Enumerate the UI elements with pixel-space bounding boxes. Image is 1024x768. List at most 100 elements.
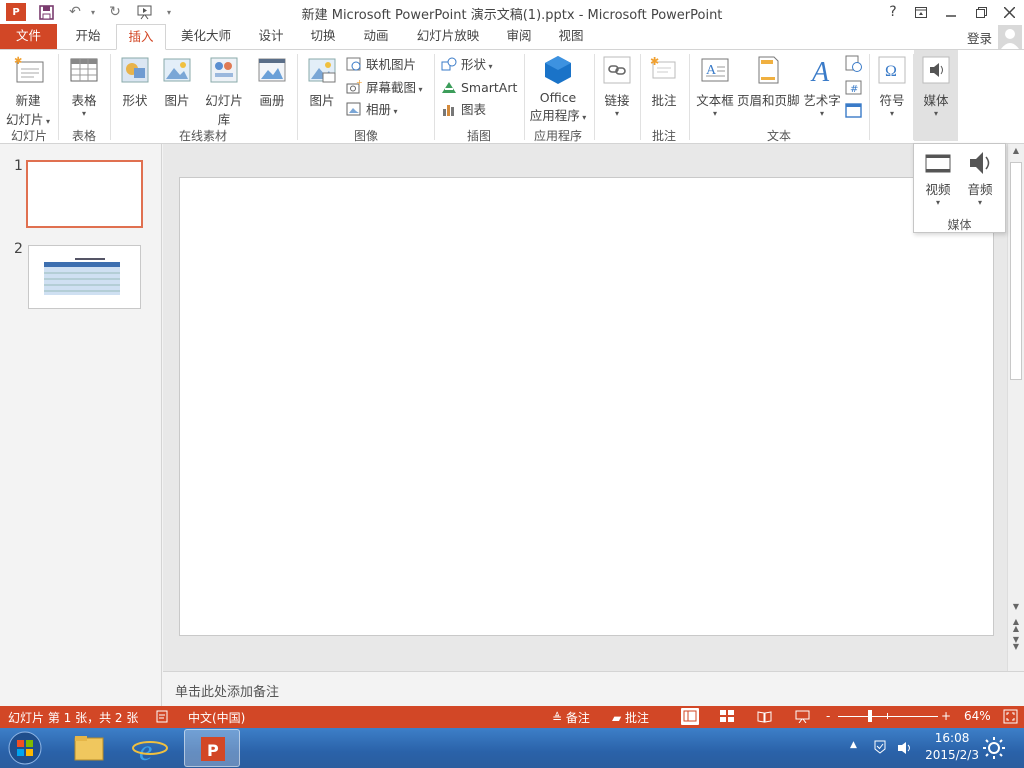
comment-button[interactable]: ✱ 批注 xyxy=(645,54,683,109)
volume-icon[interactable] xyxy=(896,740,914,759)
smartart-button[interactable]: SmartArt xyxy=(441,78,517,98)
start-button[interactable] xyxy=(4,729,46,767)
svg-text:P: P xyxy=(207,741,219,760)
tab-animations[interactable]: 动画 xyxy=(354,24,398,49)
zoom-slider-center-tick xyxy=(887,713,888,719)
svg-text:e: e xyxy=(139,734,152,767)
zoom-out-button[interactable]: - xyxy=(826,709,830,723)
symbol-button[interactable]: Ω 符号 ▾ xyxy=(874,54,910,118)
screenshot-button[interactable]: + 屏幕截图 ▾ xyxy=(346,78,423,98)
slide-library-label: 幻灯片库 xyxy=(205,93,243,127)
video-label: 视频 xyxy=(925,182,951,197)
restore-icon[interactable] xyxy=(970,2,992,22)
brightness-icon[interactable] xyxy=(982,736,1006,763)
ribbon-display-options-icon[interactable] xyxy=(910,2,932,22)
tab-view[interactable]: 视图 xyxy=(550,24,592,49)
new-slide-label-2: 幻灯片 xyxy=(5,112,44,127)
chart-label: 图表 xyxy=(461,102,487,117)
textbox-button[interactable]: A 文本框 ▾ xyxy=(694,54,736,118)
group-divider xyxy=(110,54,111,140)
slideshow-view-icon[interactable] xyxy=(795,710,810,726)
date-time-icon[interactable] xyxy=(845,55,863,73)
tab-home[interactable]: 开始 xyxy=(64,24,112,49)
slide-canvas[interactable] xyxy=(179,177,994,636)
slide-thumbnail-2[interactable] xyxy=(28,245,141,309)
office-apps-button[interactable]: Office 应用程序 ▾ xyxy=(528,54,588,124)
svg-text:#: # xyxy=(850,84,858,95)
zoom-level[interactable]: 64% xyxy=(964,709,991,723)
powerpoint-taskbar-button[interactable]: P xyxy=(184,729,240,767)
help-button[interactable]: ? xyxy=(882,2,904,22)
close-icon[interactable] xyxy=(998,2,1020,22)
avatar[interactable] xyxy=(998,25,1022,49)
slide-thumbnail-1[interactable] xyxy=(26,160,143,228)
previous-slide-icon[interactable]: ▲ ▲ xyxy=(1010,618,1022,634)
tab-transitions[interactable]: 切换 xyxy=(302,24,344,49)
internet-explorer-taskbar-button[interactable]: e xyxy=(122,729,178,767)
tab-beautify-master[interactable]: 美化大师 xyxy=(172,24,240,49)
normal-view-button[interactable] xyxy=(681,708,699,725)
notes-toggle-label: 备注 xyxy=(565,711,590,725)
slide-sorter-view-icon[interactable] xyxy=(720,710,735,726)
fit-to-window-icon[interactable] xyxy=(1003,709,1018,727)
show-hidden-icons-icon[interactable]: ▲ xyxy=(850,740,857,750)
notes-toggle-button[interactable]: ≜ 备注 xyxy=(552,709,590,726)
spellcheck-icon[interactable] xyxy=(156,710,170,726)
vertical-scrollbar[interactable]: ▲ ▼ ▲ ▲ ▼ ▼ xyxy=(1007,144,1024,671)
slide-library-button[interactable]: 幻灯片库 xyxy=(200,54,248,128)
file-explorer-taskbar-button[interactable] xyxy=(61,729,117,767)
media-group-label: 媒体 xyxy=(947,218,972,232)
online-shapes-button[interactable]: 形状 xyxy=(116,54,154,109)
media-button[interactable]: 媒体 ▾ xyxy=(914,50,958,141)
zoom-slider-thumb[interactable] xyxy=(868,710,872,722)
notes-pane[interactable]: 单击此处添加备注 xyxy=(163,671,1024,706)
title-bar: P ↶ ▾ ↻ ▾ 新建 Microsoft PowerPoint 演示文稿(1… xyxy=(0,0,1024,24)
chart-button[interactable]: 图表 xyxy=(441,100,486,120)
link-button[interactable]: 链接 ▾ xyxy=(599,54,635,118)
object-icon[interactable] xyxy=(845,102,863,120)
tab-file[interactable]: 文件 xyxy=(0,24,57,49)
scroll-up-icon[interactable]: ▲ xyxy=(1010,146,1022,160)
omega-icon: Ω xyxy=(876,54,908,86)
audio-button[interactable]: 音频 ▾ xyxy=(962,149,998,207)
login-link[interactable]: 登录 xyxy=(967,28,992,47)
table-button[interactable]: 表格 ▾ xyxy=(64,54,104,118)
zoom-in-button[interactable]: + xyxy=(941,709,951,723)
picture-button[interactable]: 图片 xyxy=(303,54,341,109)
ribbon: ✱ 新建 幻灯片 ▾ 幻灯片 表格 ▾ 表格 形状 图片 幻灯片库 画册 在线素… xyxy=(0,49,1024,144)
new-slide-label-1: 新建 xyxy=(15,93,41,108)
wordart-button[interactable]: A 艺术字 ▾ xyxy=(802,54,842,118)
scroll-down-icon[interactable]: ▼ xyxy=(1010,602,1022,616)
album-button[interactable]: 画册 xyxy=(253,54,291,109)
film-strip-icon xyxy=(924,149,952,177)
photo-album-button[interactable]: 相册 ▾ xyxy=(346,100,398,120)
group-divider xyxy=(689,54,690,140)
slide-thumbnails-pane: 1 2 xyxy=(0,144,162,706)
tab-slideshow[interactable]: 幻灯片放映 xyxy=(408,24,488,49)
action-center-flag-icon[interactable] xyxy=(872,739,888,758)
zoom-slider[interactable] xyxy=(838,710,938,722)
shapes-button[interactable]: 形状 ▾ xyxy=(441,55,493,75)
next-slide-icon[interactable]: ▼ ▼ xyxy=(1010,636,1022,652)
tab-insert[interactable]: 插入 xyxy=(116,24,166,50)
link-label: 链接 xyxy=(604,93,630,108)
minimize-icon[interactable] xyxy=(940,2,962,22)
header-footer-button[interactable]: 页眉和页脚 xyxy=(737,54,800,109)
tab-review[interactable]: 审阅 xyxy=(498,24,540,49)
video-button[interactable]: 视频 ▾ xyxy=(920,149,956,207)
scrollbar-thumb[interactable] xyxy=(1010,162,1022,380)
chevron-down-icon: ▾ xyxy=(579,113,587,122)
system-clock[interactable]: 16:08 2015/2/3 xyxy=(925,730,979,764)
slide-number-icon[interactable]: # xyxy=(845,79,863,97)
tab-design[interactable]: 设计 xyxy=(250,24,292,49)
chevron-down-icon: ▾ xyxy=(391,107,398,116)
comments-toggle-button[interactable]: ▰ 批注 xyxy=(612,709,649,726)
photo-album-label: 相册 xyxy=(366,102,392,117)
ribbon-tabs: 文件 开始 插入 美化大师 设计 切换 动画 幻灯片放映 审阅 视图 登录 xyxy=(0,24,1024,50)
new-slide-button[interactable]: ✱ 新建 幻灯片 ▾ xyxy=(4,54,52,128)
online-pictures-small-button[interactable]: 联机图片 xyxy=(346,55,416,75)
online-pictures-button[interactable]: 图片 xyxy=(158,54,196,109)
svg-text:A: A xyxy=(810,57,830,86)
reading-view-icon[interactable] xyxy=(757,710,772,726)
language-status[interactable]: 中文(中国) xyxy=(188,709,245,726)
